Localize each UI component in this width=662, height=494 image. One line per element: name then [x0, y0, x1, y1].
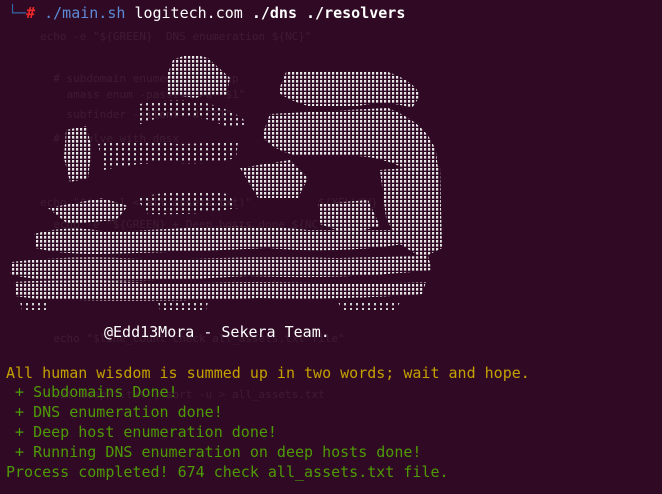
command-script: ./main.sh [44, 4, 126, 22]
terminal-window[interactable]: echo -e "${GREEN} DNS enumeration ${NC}"… [0, 0, 662, 494]
status-deep-dns-enumeration: + Running DNS enumeration on deep hosts … [6, 443, 422, 461]
command-prompt: └─# ./main.sh logitech.com ./dns ./resol… [8, 3, 405, 23]
banner-quote: All human wisdom is summed up in two wor… [6, 364, 530, 382]
prompt-tree-glyph: └─ [8, 4, 27, 22]
command-domain-arg: logitech.com [134, 4, 243, 22]
root-prompt-symbol: # [26, 4, 36, 22]
ascii-art-banner [10, 55, 442, 310]
status-deep-host-enumeration: + Deep host enumeration done! [6, 423, 277, 441]
author-credit: @Edd13Mora - Sekera Team. [104, 323, 330, 341]
status-dns-enumeration: + DNS enumeration done! [6, 403, 223, 421]
status-subdomains: + Subdomains Done! [6, 383, 178, 401]
command-path-args: ./dns ./resolvers [251, 4, 406, 22]
process-complete-message: Process completed! 674 check all_assets.… [6, 463, 449, 481]
